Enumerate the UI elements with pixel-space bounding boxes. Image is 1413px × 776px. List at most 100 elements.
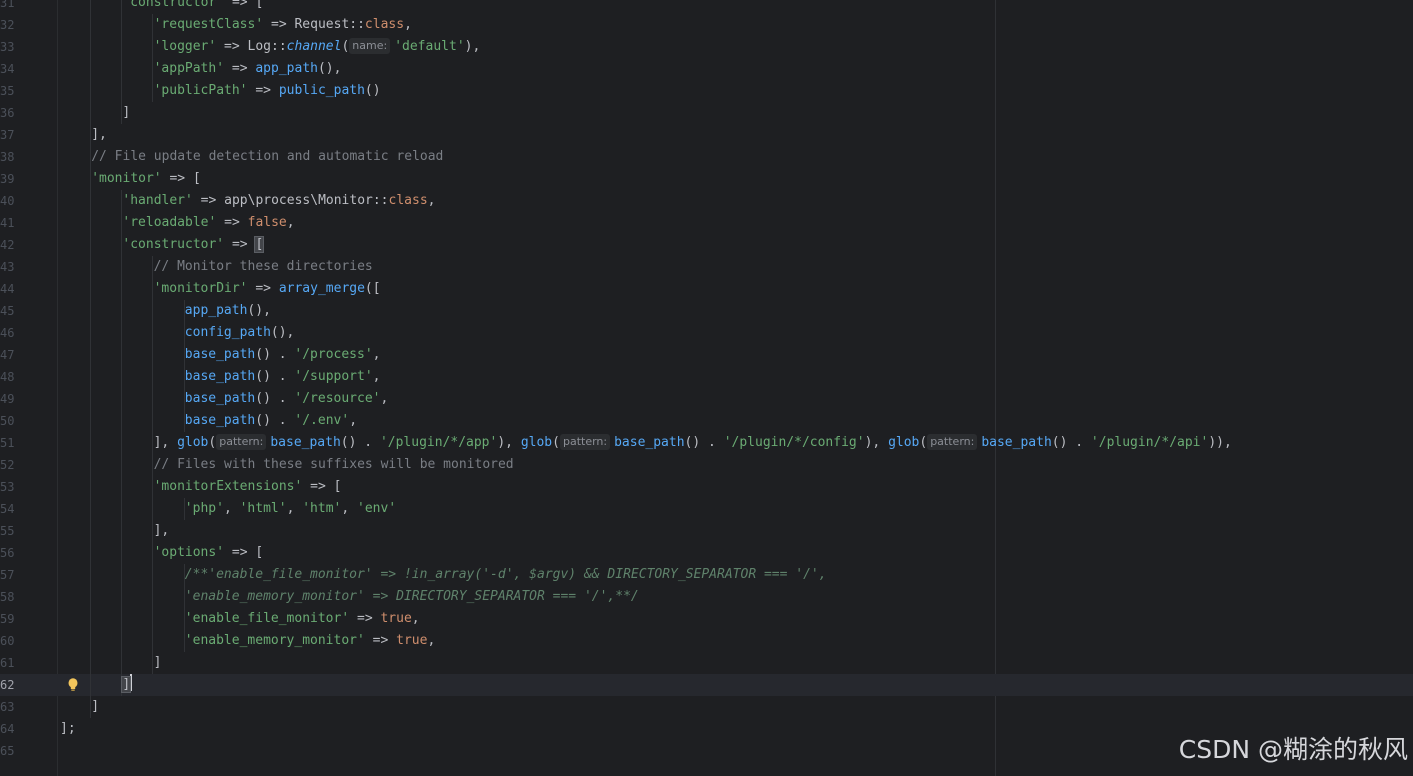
- code-token: '/resource': [294, 391, 381, 406]
- code-line[interactable]: 39 'monitor' => [: [0, 168, 1413, 190]
- code-token: ]: [153, 655, 162, 670]
- code-line[interactable]: 38 // File update detection and automatic…: [0, 146, 1413, 168]
- code-line[interactable]: 34 'appPath' => app_path(),: [0, 58, 1413, 80]
- indent-guide: [152, 586, 154, 608]
- code-token: () .: [255, 391, 295, 406]
- code-token: )),: [1208, 435, 1232, 450]
- code-line[interactable]: 37],: [0, 124, 1413, 146]
- code-line[interactable]: 61]: [0, 652, 1413, 674]
- line-number: 35: [0, 84, 15, 98]
- code-token: => [: [161, 171, 201, 186]
- code-line[interactable]: 47 base_path() . '/process',: [0, 344, 1413, 366]
- code-line[interactable]: 44 'monitorDir' => array_merge([: [0, 278, 1413, 300]
- indent-guide: [90, 234, 91, 256]
- code-editor[interactable]: 31'constructor' => [32'requestClass' => …: [0, 0, 1413, 776]
- code-line[interactable]: 60 'enable_memory_monitor' => true,: [0, 630, 1413, 652]
- code-text[interactable]: 'handler' => app\process\Monitor::class,: [122, 190, 435, 212]
- code-line[interactable]: 41 'reloadable' => false,: [0, 212, 1413, 234]
- code-text[interactable]: // Monitor these directories: [154, 256, 373, 278]
- line-number: 63: [0, 700, 15, 714]
- code-text[interactable]: config_path(),: [185, 322, 295, 344]
- code-line[interactable]: 35 'publicPath' => public_path(): [0, 80, 1413, 102]
- code-text[interactable]: ]: [91, 696, 99, 718]
- code-token: ),: [464, 39, 481, 54]
- code-text[interactable]: 'enable_file_monitor' => true,: [185, 608, 420, 630]
- indent-guide: [152, 366, 154, 388]
- code-text[interactable]: ], glob(pattern: base_path() . '/plugin/*…: [154, 432, 1232, 454]
- code-line[interactable]: 53 'monitorExtensions' => [: [0, 476, 1413, 498]
- code-text[interactable]: 'monitorExtensions' => [: [154, 476, 342, 498]
- code-line[interactable]: 57 /**'enable_file_monitor' => !in_array(…: [0, 564, 1413, 586]
- code-line[interactable]: 45 app_path(),: [0, 300, 1413, 322]
- code-token: 'enable_memory_monitor': [184, 633, 365, 648]
- code-line[interactable]: 59 'enable_file_monitor' => true,: [0, 608, 1413, 630]
- code-text[interactable]: // File update detection and automatic r…: [91, 146, 443, 168]
- line-number: 46: [0, 326, 15, 340]
- code-text[interactable]: app_path(),: [185, 300, 271, 322]
- watermark: CSDN @糊涂的秋风: [1178, 735, 1408, 764]
- code-token: base_path: [184, 391, 256, 406]
- code-text[interactable]: ],: [154, 520, 170, 542]
- indent-guide: [121, 476, 123, 498]
- code-line[interactable]: 50 base_path() . '/.env',: [0, 410, 1413, 432]
- code-line[interactable]: 31 'constructor' => [: [0, 0, 1413, 14]
- code-line[interactable]: 52 // Files with these suffixes will be m…: [0, 454, 1413, 476]
- code-text[interactable]: base_path() . '/support',: [185, 366, 381, 388]
- code-text[interactable]: /**'enable_file_monitor' => !in_array('-…: [185, 564, 827, 586]
- code-line[interactable]: 62]: [0, 674, 1413, 696]
- code-line[interactable]: 33 'logger' => Log::channel(name:'default…: [0, 36, 1413, 58]
- code-text[interactable]: 'constructor' => [: [122, 234, 265, 256]
- code-text[interactable]: 'publicPath' => public_path(): [154, 80, 381, 102]
- code-line[interactable]: 49 base_path() . '/resource',: [0, 388, 1413, 410]
- code-text[interactable]: ];: [60, 718, 76, 740]
- code-text[interactable]: 'requestClass' => Request::class,: [154, 14, 412, 36]
- code-line[interactable]: 46 config_path(),: [0, 322, 1413, 344]
- code-text[interactable]: 'reloadable' => false,: [122, 212, 294, 234]
- code-text[interactable]: 'monitor' => [: [91, 168, 201, 190]
- indent-guide: [90, 564, 91, 586]
- code-line[interactable]: 48 base_path() . '/support',: [0, 366, 1413, 388]
- text-caret: [130, 674, 133, 691]
- code-text[interactable]: ]: [122, 102, 130, 124]
- code-text[interactable]: base_path() . '/resource',: [185, 388, 389, 410]
- code-token: =>: [349, 611, 381, 626]
- code-text[interactable]: ]: [121, 674, 133, 696]
- code-text[interactable]: base_path() . '/process',: [185, 344, 381, 366]
- code-token: ],: [91, 127, 107, 142]
- code-line[interactable]: 40 'handler' => app\process\Monitor::clas…: [0, 190, 1413, 212]
- code-text[interactable]: // Files with these suffixes will be mon…: [154, 454, 514, 476]
- code-text[interactable]: 'appPath' => app_path(),: [154, 58, 342, 80]
- code-line[interactable]: 32 'requestClass' => Request::class,: [0, 14, 1413, 36]
- indent-guide: [90, 344, 91, 366]
- code-line[interactable]: 43 // Monitor these directories: [0, 256, 1413, 278]
- code-token: 'appPath': [153, 61, 225, 76]
- code-text[interactable]: 'constructor' => [: [122, 0, 263, 14]
- indent-guide: [121, 344, 123, 366]
- lightbulb-icon[interactable]: [66, 674, 80, 696]
- code-text[interactable]: 'logger' => Log::channel(name:'default')…: [154, 36, 481, 58]
- indent-guide: [121, 586, 123, 608]
- code-text[interactable]: 'monitorDir' => array_merge([: [154, 278, 381, 300]
- code-line[interactable]: 51], glob(pattern: base_path() . '/plugin…: [0, 432, 1413, 454]
- code-text[interactable]: 'enable_memory_monitor' => true,: [185, 630, 435, 652]
- code-token: ,: [223, 501, 240, 516]
- code-text[interactable]: ],: [91, 124, 107, 146]
- code-text[interactable]: base_path() . '/.env',: [185, 410, 357, 432]
- code-line[interactable]: 55],: [0, 520, 1413, 542]
- indent-guide: [90, 14, 91, 36]
- code-text[interactable]: 'options' => [: [154, 542, 264, 564]
- code-line[interactable]: 54 'php', 'html', 'htm', 'env': [0, 498, 1413, 520]
- code-token: // Monitor these directories: [153, 259, 373, 274]
- code-line[interactable]: 56 'options' => [: [0, 542, 1413, 564]
- code-line[interactable]: 58 'enable_memory_monitor' => DIRECTORY_S…: [0, 586, 1413, 608]
- code-line[interactable]: 63]: [0, 696, 1413, 718]
- code-text[interactable]: ]: [154, 652, 162, 674]
- code-text[interactable]: 'enable_memory_monitor' => DIRECTORY_SEP…: [185, 586, 639, 608]
- line-number: 34: [0, 62, 15, 76]
- code-line[interactable]: 42 'constructor' => [: [0, 234, 1413, 256]
- code-token: glob: [177, 435, 209, 450]
- line-number: 65: [0, 744, 15, 758]
- code-text[interactable]: 'php', 'html', 'htm', 'env': [185, 498, 396, 520]
- code-line[interactable]: 36]: [0, 102, 1413, 124]
- indent-guide: [121, 542, 123, 564]
